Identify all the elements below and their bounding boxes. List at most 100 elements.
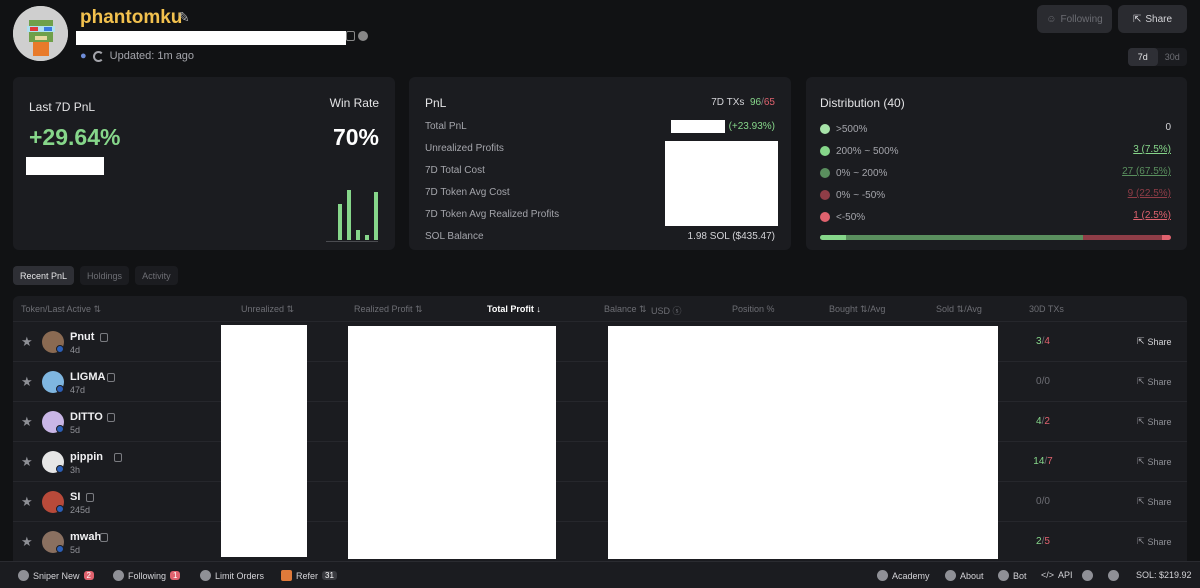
tab-activity[interactable]: Activity [135,266,178,285]
refresh-icon[interactable] [92,50,104,62]
col-usd-toggle[interactable]: USD ⓢ [651,304,682,317]
tx-30d: 4/2 [1036,416,1050,427]
limit-orders-link[interactable]: Limit Orders [200,570,264,581]
stat-values-redacted [665,141,778,226]
distribution-row: 200% ~ 500% 3 (7.5%) [820,144,1171,158]
distribution-value[interactable]: 1 (2.5%) [1133,210,1171,221]
token-name[interactable]: LIGMA [70,371,105,383]
col-realized[interactable]: Realized Profit ⇅ [354,304,423,315]
col-bought[interactable]: Bought ⇅/Avg [829,304,885,315]
table-row[interactable]: ★ Pnut 4d 3/4 ⇱ Share [13,322,1187,362]
legend-dot-icon [820,212,830,222]
refer-link[interactable]: Refer 31 [281,570,337,581]
col-position[interactable]: Position % [732,304,775,314]
x-twitter-link[interactable] [1082,570,1093,581]
distribution-bar [820,235,1171,240]
bot-link[interactable]: Bot [998,570,1027,581]
sniper-new-link[interactable]: Sniper New 2 [18,570,94,581]
favorite-star-icon[interactable]: ★ [21,374,33,390]
row-share-button[interactable]: ⇱ Share [1137,456,1172,467]
favorite-star-icon[interactable]: ★ [21,494,33,510]
following-link[interactable]: Following 1 [113,570,181,581]
update-status: ● Updated: 1m ago [80,50,194,62]
distribution-value: 0 [1165,122,1171,133]
realized-total-redacted [348,326,556,559]
academy-link[interactable]: Academy [877,570,930,581]
pnl-stats-title: PnL [425,96,447,110]
sniper-icon [18,570,29,581]
token-name[interactable]: mwah [70,531,101,543]
row-share-button[interactable]: ⇱ Share [1137,496,1172,507]
favorite-star-icon[interactable]: ★ [21,534,33,550]
table-row[interactable]: ★ LIGMA 47d 0/0 ⇱ Share [13,362,1187,402]
user-icon: ● [80,50,87,62]
user-check-icon: ☺ [1046,13,1057,25]
explorer-link-icon[interactable] [358,31,368,41]
distribution-value[interactable]: 9 (22.5%) [1128,188,1171,199]
pnl-label: Last 7D PnL [29,100,96,114]
token-name[interactable]: DITTO [70,411,103,423]
token-name[interactable]: SI [70,491,80,503]
distribution-title: Distribution (40) [820,96,905,110]
gift-icon [281,570,292,581]
share-icon: ⇱ [1132,13,1142,25]
row-share-button[interactable]: ⇱ Share [1137,336,1172,347]
tx-30d: 0/0 [1036,376,1050,387]
sniper-count-badge: 2 [83,571,94,580]
tab-holdings[interactable]: Holdings [80,266,130,285]
row-share-button[interactable]: ⇱ Share [1137,536,1172,547]
row-share-button[interactable]: ⇱ Share [1137,416,1172,427]
row-share-button[interactable]: ⇱ Share [1137,376,1172,387]
col-total-profit[interactable]: Total Profit ↓ [487,304,541,314]
pnl-table: Token/Last Active ⇅ Unrealized ⇅ Realize… [13,296,1187,561]
following-button[interactable]: ☺ Following [1037,5,1112,33]
distribution-value[interactable]: 3 (7.5%) [1133,144,1171,155]
distribution-bar-segment [820,235,847,240]
col-balance[interactable]: Balance ⇅ [604,304,647,315]
sparkline-bar [365,235,369,240]
col-token[interactable]: Token/Last Active ⇅ [21,304,101,315]
winrate-value: 70% [332,124,379,150]
favorite-star-icon[interactable]: ★ [21,454,33,470]
token-name[interactable]: pippin [70,451,103,463]
copy-icon[interactable] [100,533,108,542]
range-30d[interactable]: 30d [1158,48,1188,66]
username: phantomku [80,7,183,28]
telegram-link[interactable] [1108,570,1119,581]
sparkline-bar [347,190,351,240]
col-unrealized[interactable]: Unrealized ⇅ [241,304,294,315]
table-row[interactable]: ★ DITTO 5d 4/2 ⇱ Share [13,402,1187,442]
copy-icon[interactable] [100,333,108,342]
share-icon: ⇱ [1137,496,1145,506]
stat-row-sol-balance: SOL Balance 1.98 SOL ($435.47) [425,231,775,242]
favorite-star-icon[interactable]: ★ [21,414,33,430]
api-link[interactable]: </> API [1041,570,1073,580]
range-toggle: 7d 30d [1128,48,1187,66]
table-row[interactable]: ★ SI 245d 0/0 ⇱ Share [13,482,1187,522]
tab-recent-pnl[interactable]: Recent PnL [13,266,75,285]
favorite-star-icon[interactable]: ★ [21,334,33,350]
table-row[interactable]: ★ pippin 3h 14/7 ⇱ Share [13,442,1187,482]
distribution-label: <-50% [836,211,866,223]
copy-icon[interactable] [86,493,94,502]
col-sold[interactable]: Sold ⇅/Avg [936,304,982,315]
copy-icon[interactable] [107,413,115,422]
distribution-bar-segment [1083,235,1163,240]
share-button[interactable]: ⇱ Share [1118,5,1187,33]
chain-badge-icon [56,345,64,353]
share-icon: ⇱ [1137,336,1145,346]
about-link[interactable]: About [945,570,984,581]
chain-badge-icon [56,385,64,393]
token-name[interactable]: Pnut [70,331,94,343]
chain-badge-icon [56,465,64,473]
edit-pencil-icon[interactable]: ✎ [178,9,194,25]
table-row[interactable]: ★ mwah 5d 2/5 ⇱ Share [13,522,1187,561]
copy-icon[interactable] [107,373,115,382]
copy-icon[interactable] [114,453,122,462]
pnl-stats-card: PnL 7D TXs 96/65 Total PnL (+23.93%) Unr… [409,77,791,250]
copy-address-icon[interactable] [346,31,355,41]
distribution-value[interactable]: 27 (67.5%) [1122,166,1171,177]
legend-dot-icon [820,190,830,200]
range-7d[interactable]: 7d [1128,48,1158,66]
token-last-active: 3h [70,465,81,475]
